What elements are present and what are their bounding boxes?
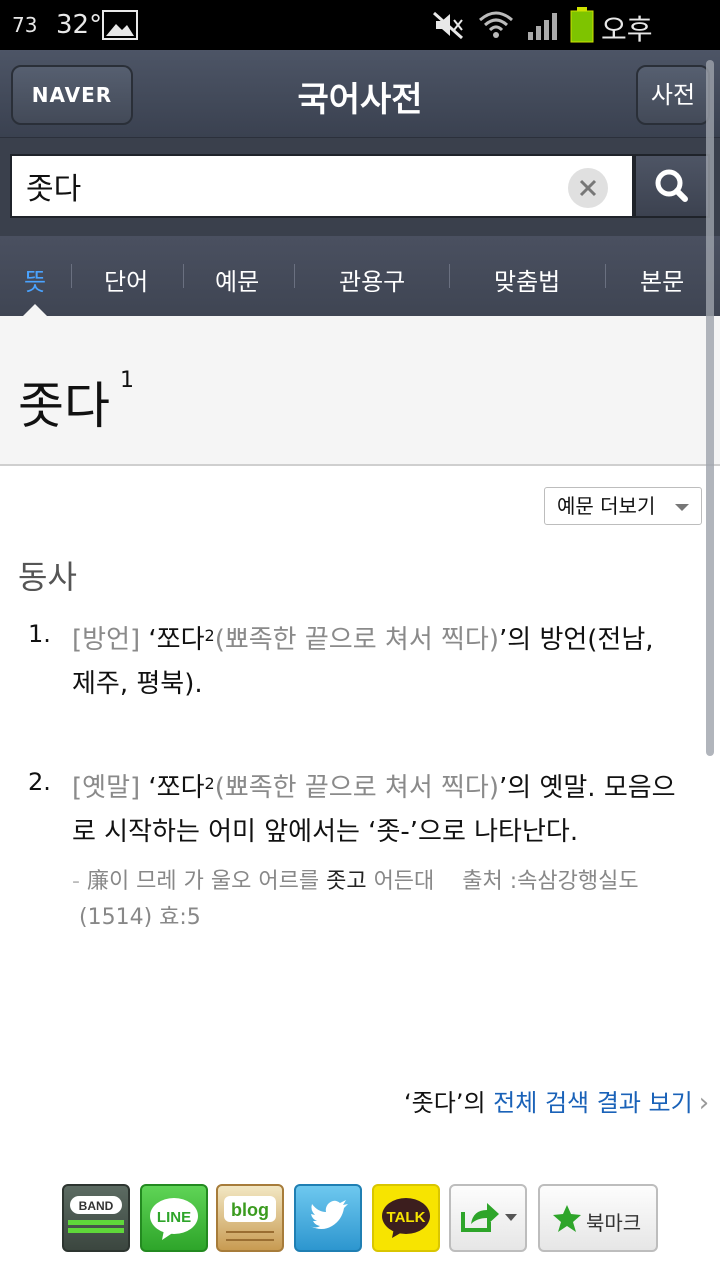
tab-meaning[interactable]: 뜻 bbox=[24, 262, 46, 297]
tab-examples[interactable]: 예문 bbox=[215, 262, 259, 297]
old-form: 좃- bbox=[376, 817, 410, 847]
reference-word-link[interactable]: 쪼다 bbox=[157, 625, 205, 655]
wifi-icon bbox=[478, 10, 514, 48]
headword: 좃다 bbox=[18, 377, 110, 435]
usage-tag: [옛말] bbox=[72, 773, 141, 803]
definition-2: [옛말] ‘쪼다2(뾰족한 끝으로 쳐서 찍다)’의 옛말. 모음으 로 시작하… bbox=[72, 766, 692, 854]
tab-separator bbox=[71, 264, 72, 288]
definition-text: ’으로 나타난다. bbox=[409, 817, 579, 847]
tab-spelling[interactable]: 맞춤법 bbox=[494, 262, 560, 297]
example-text: 어든대 bbox=[366, 869, 435, 894]
section-tabs: 뜻 단어 예문 관용구 맞춤법 본문 bbox=[0, 236, 720, 316]
tab-idioms[interactable]: 관용구 bbox=[339, 262, 405, 297]
kakaotalk-icon: TALK bbox=[382, 1198, 430, 1238]
gallery-icon bbox=[102, 10, 138, 46]
app-header: NAVER 국어사전 사전 bbox=[0, 50, 720, 138]
search-icon bbox=[655, 169, 688, 202]
definition-text: 로 시작하는 어미 앞에서는 ‘ bbox=[72, 817, 377, 847]
full-results-link[interactable]: ‘좃다’의 전체 검색 결과 보기 › bbox=[404, 1083, 709, 1118]
blog-logo-text: blog bbox=[231, 1200, 269, 1220]
open-quote: ‘ bbox=[148, 773, 157, 803]
definition-line: 로 시작하는 어미 앞에서는 ‘좃-’으로 나타난다. bbox=[72, 810, 692, 854]
line-icon: LINE bbox=[150, 1198, 198, 1240]
definition-line: [옛말] ‘쪼다2(뾰족한 끝으로 쳐서 찍다)’의 옛말. 모음으 bbox=[72, 766, 692, 810]
part-of-speech: 동사 bbox=[18, 558, 77, 596]
band-icon: BAND bbox=[68, 1196, 124, 1233]
blog-icon: blog bbox=[224, 1196, 276, 1241]
share-blog-button[interactable]: blog bbox=[216, 1184, 284, 1252]
example-highlight: 좃고 bbox=[326, 869, 367, 894]
definition-text: 의 방언(전남, bbox=[507, 625, 654, 655]
page-title: 국어사전 bbox=[297, 80, 423, 120]
share-kakaotalk-button[interactable]: TALK bbox=[372, 1184, 440, 1252]
close-icon bbox=[579, 179, 597, 197]
chevron-right-icon: › bbox=[698, 1088, 710, 1118]
share-more-button[interactable] bbox=[449, 1184, 527, 1252]
signal-icon bbox=[526, 10, 562, 48]
example-sentence: - 廉이 므레 가 울오 어르를 좃고 어든대 출처 :속삼강행실도 (1514… bbox=[72, 864, 692, 936]
screen: 73 32° 오후 3:47 NAVER 국어사전 사전 bbox=[0, 0, 720, 1280]
reference-gloss: (뾰족한 끝으로 쳐서 찍다) bbox=[214, 625, 499, 655]
full-results-link-text[interactable]: 전체 검색 결과 보기 bbox=[493, 1089, 693, 1117]
battery-icon bbox=[570, 7, 594, 49]
full-results-quote: ‘ bbox=[404, 1089, 412, 1117]
example-source-detail: (1514) 효:5 bbox=[79, 905, 201, 930]
example-dash: - bbox=[72, 869, 80, 894]
mute-icon bbox=[432, 10, 464, 46]
band-logo-text: BAND bbox=[79, 1199, 114, 1213]
tab-separator bbox=[294, 264, 295, 288]
chevron-down-icon bbox=[675, 504, 689, 511]
twitter-bird-icon bbox=[310, 1200, 348, 1229]
open-quote: ‘ bbox=[148, 625, 157, 655]
bookmark-label: 북마크 bbox=[586, 1211, 642, 1235]
reference-gloss: (뾰족한 끝으로 쳐서 찍다) bbox=[214, 773, 499, 803]
share-twitter-button[interactable] bbox=[294, 1184, 362, 1252]
bookmark-button[interactable]: 북마크 bbox=[538, 1184, 658, 1252]
reference-homograph: 2 bbox=[204, 626, 215, 645]
scrollbar[interactable] bbox=[706, 60, 714, 756]
example-source: 출처 :속삼강행실도 bbox=[462, 869, 639, 894]
reference-homograph: 2 bbox=[204, 774, 215, 793]
star-icon bbox=[553, 1205, 581, 1232]
temperature: 32° bbox=[56, 10, 103, 40]
tab-separator bbox=[449, 264, 450, 288]
tab-word[interactable]: 단어 bbox=[104, 262, 148, 297]
search-button[interactable] bbox=[634, 154, 710, 218]
definition-text: 제주, 평북). bbox=[72, 669, 203, 699]
share-line-button[interactable]: LINE bbox=[140, 1184, 208, 1252]
search-bar bbox=[0, 138, 720, 236]
line-logo-text: LINE bbox=[157, 1209, 191, 1226]
definition-number: 2. bbox=[28, 768, 51, 796]
tab-fulltext[interactable]: 본문 bbox=[640, 262, 684, 297]
definition-line: [방언] ‘쪼다2(뾰족한 끝으로 쳐서 찍다)’의 방언(전남, bbox=[72, 618, 692, 662]
search-input[interactable] bbox=[26, 162, 556, 210]
full-results-word: 좃다 bbox=[411, 1089, 456, 1117]
definition-number: 1. bbox=[28, 620, 51, 648]
notification-count: 73 bbox=[12, 13, 38, 37]
definition-1: [방언] ‘쪼다2(뾰족한 끝으로 쳐서 찍다)’의 방언(전남, 제주, 평북… bbox=[72, 618, 692, 706]
share-band-button[interactable]: BAND bbox=[62, 1184, 130, 1252]
active-tab-pointer bbox=[23, 304, 47, 316]
search-box bbox=[10, 154, 634, 218]
kakao-logo-text: TALK bbox=[387, 1209, 426, 1226]
example-text: 廉이 므레 가 울오 어르를 bbox=[86, 869, 327, 894]
status-bar: 73 32° 오후 3:47 bbox=[0, 0, 720, 81]
examples-more-button[interactable]: 예문 더보기 bbox=[544, 487, 702, 525]
definition-text: 의 옛말. 모음으 bbox=[507, 773, 676, 803]
dictionary-menu-button[interactable]: 사전 bbox=[636, 65, 710, 125]
full-results-particle: 의 bbox=[463, 1089, 494, 1117]
tab-separator bbox=[605, 264, 606, 288]
headword-area: 좃다 1 bbox=[0, 316, 720, 466]
reference-word-link[interactable]: 쪼다 bbox=[157, 773, 205, 803]
examples-more-label: 예문 더보기 bbox=[557, 494, 656, 518]
share-icon bbox=[461, 1203, 517, 1232]
tab-separator bbox=[183, 264, 184, 288]
homograph-number: 1 bbox=[120, 368, 134, 393]
usage-tag: [방언] bbox=[72, 625, 141, 655]
clear-search-button[interactable] bbox=[568, 168, 608, 208]
